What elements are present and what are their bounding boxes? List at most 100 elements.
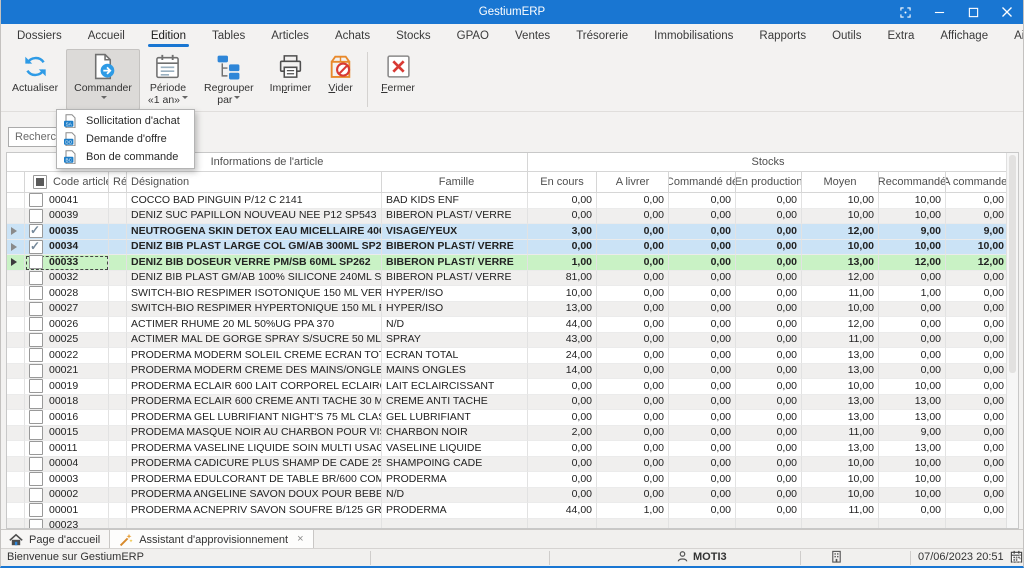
cell-stock-value[interactable]: 0,00 xyxy=(736,255,802,271)
row-checkbox[interactable] xyxy=(29,348,43,362)
menu-item-tr-sorerie[interactable]: Trésorerie xyxy=(563,24,641,48)
cell-stock-value[interactable]: 0,00 xyxy=(669,224,736,240)
cell-stock-value[interactable]: 10,00 xyxy=(802,240,879,256)
header-moyen[interactable]: Moyen xyxy=(802,172,879,193)
header-recommand-[interactable]: Recommandé xyxy=(879,172,946,193)
cell-stock-value[interactable]: 0,00 xyxy=(597,209,669,225)
cell-stock-value[interactable]: 13,00 xyxy=(879,395,946,411)
cell-stock-value[interactable]: 0,00 xyxy=(669,379,736,395)
cell-code-article[interactable]: 00021 xyxy=(25,364,109,380)
table-row[interactable]: 00041COCCO BAD PINGUIN P/12 C 2141BAD KI… xyxy=(7,193,1009,209)
table-row[interactable]: 00019PRODERMA ECLAIR 600 LAIT CORPOREL E… xyxy=(7,379,1009,395)
cell-stock-value[interactable]: 0,00 xyxy=(946,457,1009,473)
menu-item-stocks[interactable]: Stocks xyxy=(383,24,444,48)
cell-stock-value[interactable]: 0,00 xyxy=(669,348,736,364)
cell-stock-value[interactable]: 0,00 xyxy=(736,209,802,225)
cell-stock-value[interactable]: 10,00 xyxy=(802,209,879,225)
table-row[interactable]: 00021PRODERMA MODERM CREME DES MAINS/ONG… xyxy=(7,364,1009,380)
cell-stock-value[interactable]: 0,00 xyxy=(736,348,802,364)
cell-ref[interactable] xyxy=(109,271,127,287)
cell-stock-value[interactable]: 0,00 xyxy=(736,426,802,442)
table-row[interactable]: 00022PRODERMA MODERM SOLEIL CREME ECRAN … xyxy=(7,348,1009,364)
cell-stock-value[interactable]: 0,00 xyxy=(946,333,1009,349)
cell-stock-value[interactable]: 9,00 xyxy=(946,224,1009,240)
cell-stock-value[interactable]: 13,00 xyxy=(528,302,597,318)
cell-code-article[interactable]: 00001 xyxy=(25,503,109,519)
cell-stock-value[interactable]: 0,00 xyxy=(669,193,736,209)
cell-famille[interactable]: N/D xyxy=(382,317,528,333)
cell-famille[interactable]: N/D xyxy=(382,488,528,504)
cell-stock-value[interactable]: 13,00 xyxy=(802,364,879,380)
cell-stock-value[interactable]: 0,00 xyxy=(597,224,669,240)
cell-stock-value[interactable]: 0,00 xyxy=(946,472,1009,488)
cell-stock-value[interactable]: 2,00 xyxy=(528,426,597,442)
cell-stock-value[interactable]: 0,00 xyxy=(528,395,597,411)
cell-stock-value[interactable]: 0,00 xyxy=(669,395,736,411)
cell-stock-value[interactable]: 0,00 xyxy=(946,317,1009,333)
menu-item-gpao[interactable]: GPAO xyxy=(444,24,502,48)
menu-item-sollicitation-d-achat[interactable]: SASollicitation d'achat xyxy=(57,112,194,130)
cell-stock-value[interactable]: 0,00 xyxy=(879,348,946,364)
row-checkbox[interactable] xyxy=(29,379,43,393)
cell-stock-value[interactable] xyxy=(879,519,946,530)
cell-stock-value[interactable]: 0,00 xyxy=(597,333,669,349)
cell-stock-value[interactable]: 0,00 xyxy=(669,457,736,473)
tab-assistant-d-approvisionnement[interactable]: Assistant d'approvisionnement× xyxy=(110,530,313,549)
row-checkbox[interactable] xyxy=(29,255,43,269)
cell-designation[interactable]: PRODERMA GEL LUBRIFIANT NIGHT'S 75 ML CL… xyxy=(127,410,382,426)
cell-stock-value[interactable]: 0,00 xyxy=(669,364,736,380)
menu-item-dossiers[interactable]: Dossiers xyxy=(4,24,75,48)
cell-designation[interactable]: ACTIMER RHUME 20 ML 50%UG PPA 370 xyxy=(127,317,382,333)
imprimer-button[interactable]: Imprimer xyxy=(262,49,319,110)
cell-stock-value[interactable]: 0,00 xyxy=(946,410,1009,426)
fullscreen-button[interactable] xyxy=(888,0,922,24)
menu-item-rapports[interactable]: Rapports xyxy=(746,24,819,48)
cell-stock-value[interactable]: 0,00 xyxy=(736,317,802,333)
cell-ref[interactable] xyxy=(109,488,127,504)
cell-code-article[interactable]: 00027 xyxy=(25,302,109,318)
menu-item-immobilisations[interactable]: Immobilisations xyxy=(641,24,746,48)
cell-famille[interactable]: CREME ANTI TACHE xyxy=(382,395,528,411)
cell-stock-value[interactable]: 44,00 xyxy=(528,317,597,333)
cell-designation[interactable] xyxy=(127,519,382,530)
cell-ref[interactable] xyxy=(109,379,127,395)
cell-stock-value[interactable] xyxy=(669,519,736,530)
menu-item-articles[interactable]: Articles xyxy=(258,24,322,48)
cell-ref[interactable] xyxy=(109,395,127,411)
cell-stock-value[interactable]: 0,00 xyxy=(669,255,736,271)
table-row[interactable]: 00011PRODERMA VASELINE LIQUIDE SOIN MULT… xyxy=(7,441,1009,457)
select-all-checkbox[interactable] xyxy=(33,175,47,189)
cell-stock-value[interactable]: 0,00 xyxy=(879,503,946,519)
row-checkbox[interactable] xyxy=(29,503,43,517)
cell-stock-value[interactable]: 13,00 xyxy=(802,255,879,271)
cell-stock-value[interactable]: 0,00 xyxy=(597,426,669,442)
vertical-scrollbar[interactable] xyxy=(1006,153,1018,528)
cell-code-article[interactable]: 00035 xyxy=(25,224,109,240)
cell-stock-value[interactable]: 1,00 xyxy=(597,503,669,519)
cell-stock-value[interactable]: 0,00 xyxy=(736,286,802,302)
cell-stock-value[interactable]: 0,00 xyxy=(597,348,669,364)
cell-ref[interactable] xyxy=(109,410,127,426)
cell-stock-value[interactable]: 0,00 xyxy=(669,317,736,333)
cell-designation[interactable]: NEUTROGENA SKIN DETOX EAU MICELLAIRE 400… xyxy=(127,224,382,240)
menu-item-tables[interactable]: Tables xyxy=(199,24,258,48)
cell-stock-value[interactable]: 0,00 xyxy=(597,488,669,504)
cell-stock-value[interactable]: 0,00 xyxy=(669,302,736,318)
cell-stock-value[interactable]: 0,00 xyxy=(597,255,669,271)
resize-grip[interactable] xyxy=(1011,553,1022,567)
cell-stock-value[interactable]: 3,00 xyxy=(528,224,597,240)
cell-stock-value[interactable]: 0,00 xyxy=(669,271,736,287)
cell-code-article[interactable]: 00022 xyxy=(25,348,109,364)
cell-code-article[interactable]: 00018 xyxy=(25,395,109,411)
cell-stock-value[interactable]: 0,00 xyxy=(669,209,736,225)
cell-stock-value[interactable]: 0,00 xyxy=(597,472,669,488)
cell-famille[interactable]: BAD KIDS ENF xyxy=(382,193,528,209)
row-checkbox[interactable] xyxy=(29,302,43,316)
cell-stock-value[interactable]: 0,00 xyxy=(946,286,1009,302)
cell-famille[interactable]: SPRAY xyxy=(382,333,528,349)
cell-stock-value[interactable]: 0,00 xyxy=(736,503,802,519)
cell-famille[interactable]: SHAMPOING CADE xyxy=(382,457,528,473)
cell-ref[interactable] xyxy=(109,519,127,530)
header-a-commander[interactable]: A commander xyxy=(946,172,1009,193)
cell-stock-value[interactable]: 0,00 xyxy=(528,209,597,225)
